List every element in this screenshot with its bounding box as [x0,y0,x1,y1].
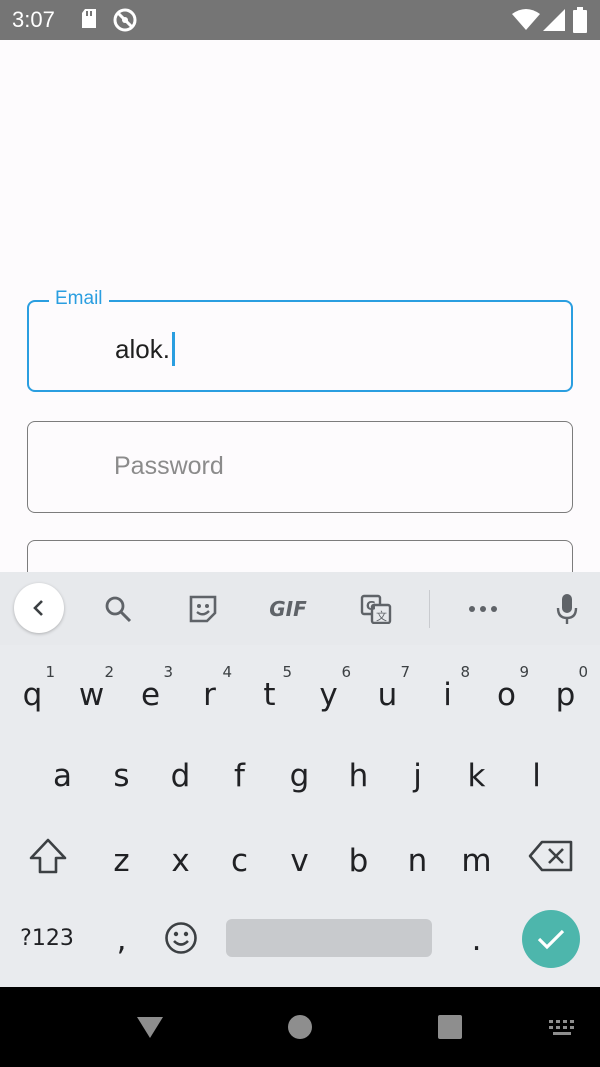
more-icon[interactable] [459,585,507,633]
keyboard-toolbar: GIF G文 [0,572,600,645]
email-input[interactable]: alok. [115,332,175,366]
sticker-icon[interactable] [179,585,227,633]
shift-key[interactable] [18,818,77,894]
key-s[interactable]: s [92,733,151,809]
emoji-key[interactable] [151,900,210,976]
soft-keyboard: GIF G文 1q 2w 3e 4r 5t 6y 7u 8i 9o 0p a s… [0,572,600,987]
email-field[interactable]: Email alok. [27,288,573,392]
keyboard-switch-icon[interactable] [546,1017,580,1039]
password-field[interactable]: Password [27,421,573,513]
key-d[interactable]: d [151,733,210,809]
login-form: Email alok. Password [0,40,600,632]
key-j[interactable]: j [388,733,447,809]
status-bar: 3:07 [0,0,600,40]
key-x[interactable]: x [151,818,210,894]
key-y[interactable]: 6y [299,652,358,728]
key-f[interactable]: f [210,733,269,809]
key-l[interactable]: l [507,733,566,809]
key-i[interactable]: 8i [418,652,477,728]
back-triangle-icon[interactable] [132,1011,168,1043]
key-c[interactable]: c [210,818,269,894]
search-icon[interactable] [94,585,142,633]
key-z[interactable]: z [92,818,151,894]
symbols-key[interactable]: ?123 [12,900,82,976]
translate-icon[interactable]: G文 [352,585,400,633]
key-t[interactable]: 5t [240,652,299,728]
key-u[interactable]: 7u [358,652,417,728]
mic-icon[interactable] [543,585,591,633]
recents-square-icon[interactable] [435,1012,465,1042]
key-r[interactable]: 4r [180,652,239,728]
toolbar-divider [429,590,430,628]
key-q[interactable]: 1q [3,652,62,728]
home-circle-icon[interactable] [285,1012,315,1042]
backspace-key[interactable] [519,818,583,894]
svg-text:G: G [366,599,376,613]
sd-card-icon [80,8,98,35]
battery-icon [573,7,587,38]
back-icon[interactable] [14,583,64,633]
navigation-bar [0,987,600,1067]
do-not-disturb-icon [113,8,137,37]
spacebar-key[interactable] [226,919,432,957]
svg-text:文: 文 [376,609,387,623]
key-p[interactable]: 0p [536,652,595,728]
enter-check-key[interactable] [522,910,580,968]
key-w[interactable]: 2w [62,652,121,728]
key-k[interactable]: k [447,733,506,809]
key-n[interactable]: n [388,818,447,894]
key-m[interactable]: m [447,818,506,894]
period-key[interactable]: . [447,902,506,978]
password-placeholder: Password [114,452,224,480]
comma-key[interactable]: , [92,902,151,978]
key-h[interactable]: h [329,733,388,809]
key-g[interactable]: g [270,733,329,809]
key-b[interactable]: b [329,818,388,894]
email-value: alok. [115,333,170,364]
status-time: 3:07 [12,7,55,32]
key-o[interactable]: 9o [477,652,536,728]
email-label: Email [49,288,109,310]
screen: 3:07 Email alok. Password GIF G 文 1 q 2 … [0,0,600,1067]
wifi-icon [512,9,540,36]
key-e[interactable]: 3e [121,652,180,728]
key-v[interactable]: v [270,818,329,894]
key-a[interactable]: a [33,733,92,809]
text-cursor [171,332,175,366]
gif-button[interactable]: GIF [264,585,312,633]
cell-signal-icon [543,9,565,36]
